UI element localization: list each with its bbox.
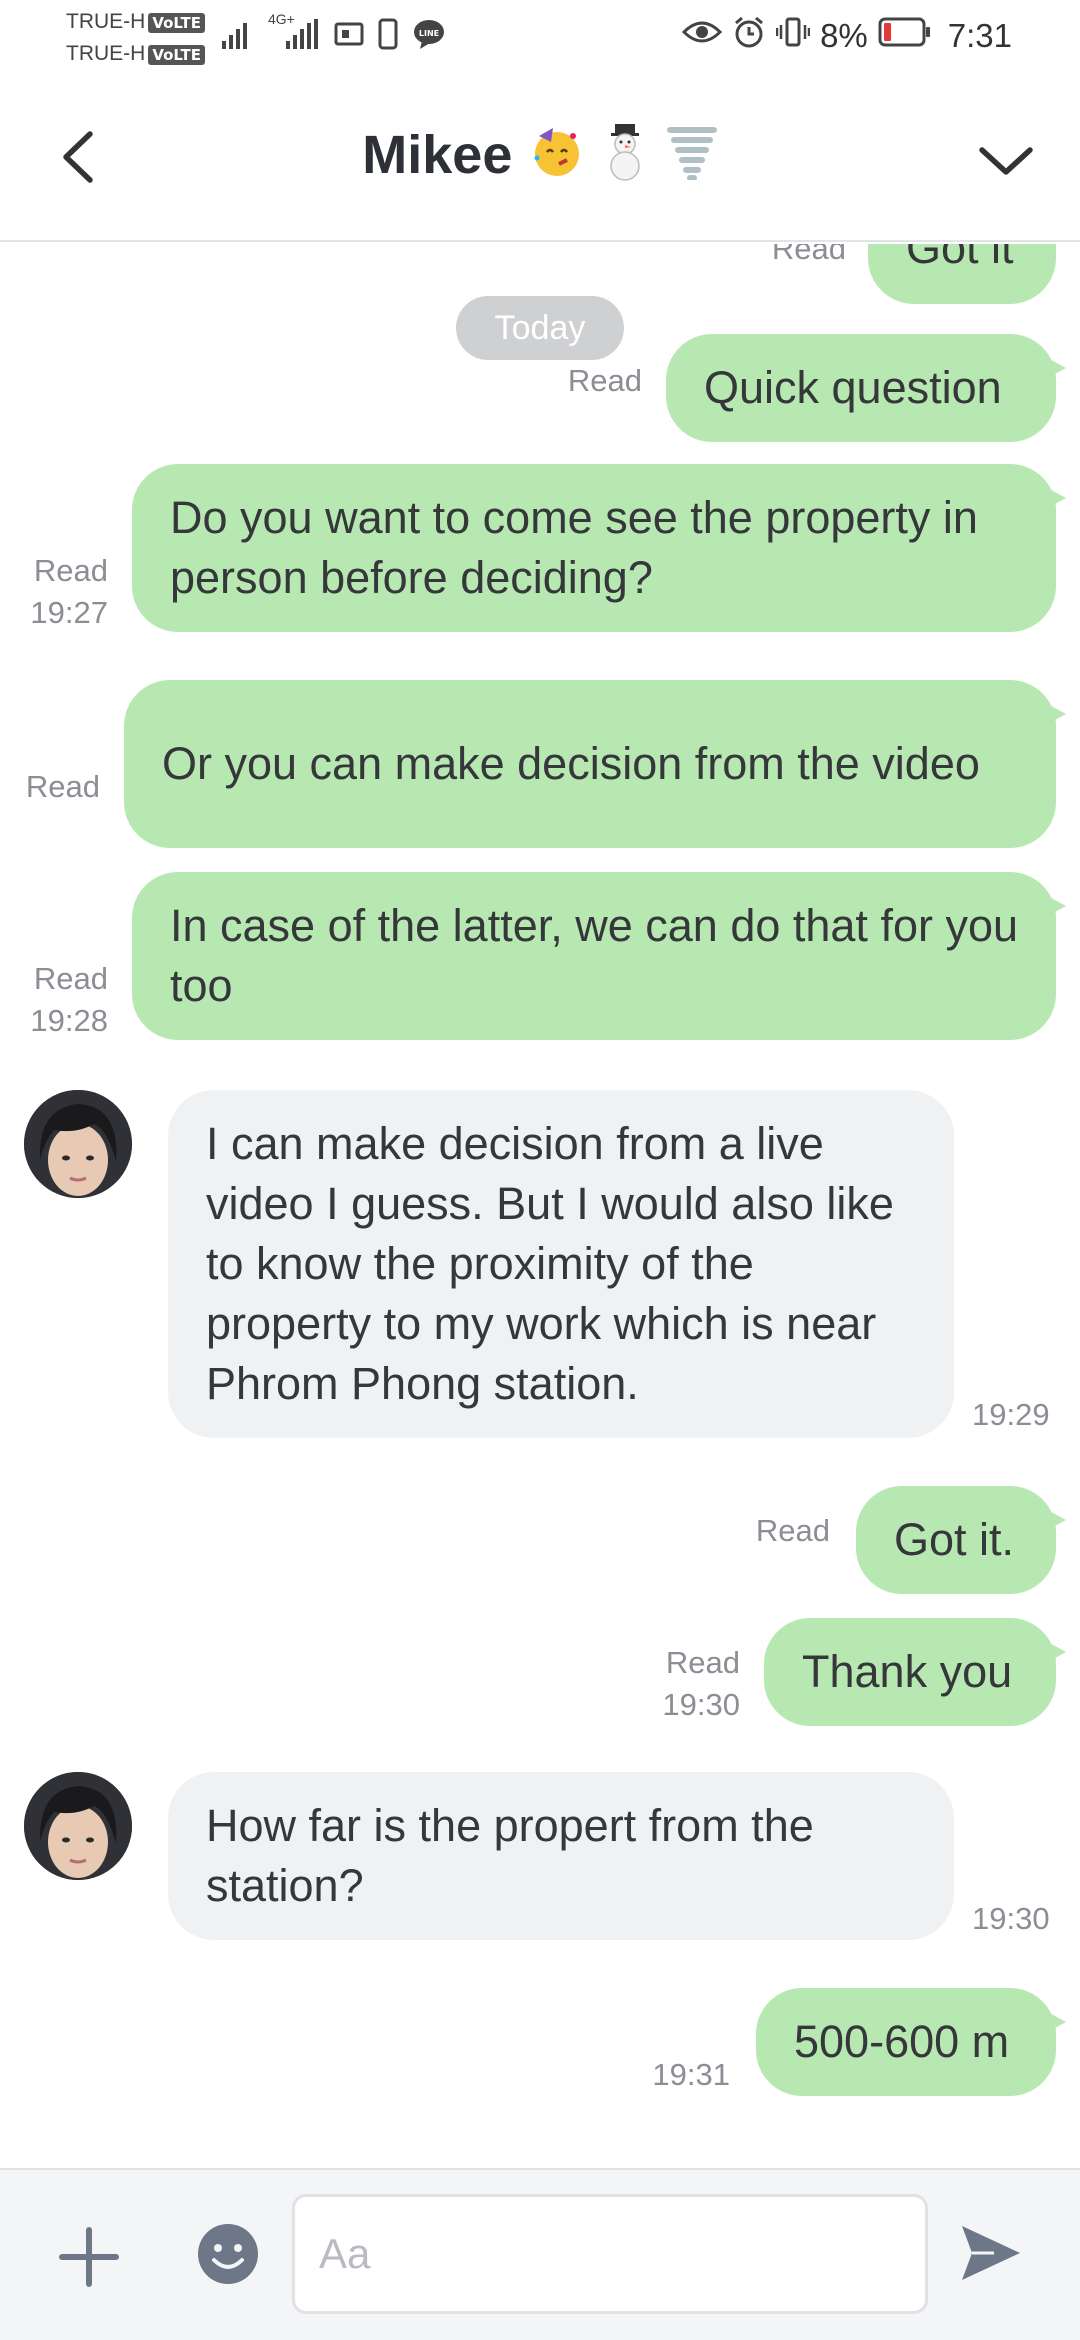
attach-button[interactable] (54, 2222, 124, 2292)
read-status: Read (771, 244, 846, 266)
phone-icon (378, 18, 398, 55)
carrier-2-label: TRUE-H (66, 42, 146, 65)
avatar[interactable] (24, 1090, 132, 1198)
message-time: 19:28 (30, 1003, 108, 1038)
carrier-1: TRUE-H VoLTE (66, 10, 205, 34)
smiley-icon (198, 2224, 258, 2284)
bubble-tail (1044, 894, 1066, 918)
send-icon (962, 2226, 1020, 2280)
outgoing-message[interactable]: Thank you (764, 1618, 1066, 1726)
line-icon: LINE (412, 17, 446, 56)
vibrate-icon (775, 15, 811, 57)
page-title: Mikee (362, 124, 513, 185)
svg-text:LINE: LINE (419, 29, 439, 38)
party-face-emoji-icon (529, 124, 585, 185)
read-status: Read (33, 961, 108, 996)
outgoing-message[interactable]: 500-600 m (756, 1988, 1066, 2096)
bubble-tail (1044, 702, 1066, 726)
bubble-tail (1044, 1640, 1066, 1664)
status-right-icons: 8% 7:31 (681, 14, 1012, 58)
network-label: 4G+ (268, 10, 295, 27)
outgoing-message[interactable]: Got it (868, 244, 1056, 304)
message-text: I can make decision from a live video I … (206, 1118, 894, 1409)
bubble-tail (1044, 1508, 1066, 1532)
message-time: 19:31 (652, 2057, 730, 2092)
plus-icon (59, 2227, 119, 2287)
message-time: 19:30 (972, 1901, 1050, 1936)
volte-badge-1: VoLTE (148, 13, 205, 33)
outgoing-message[interactable]: Quick question (666, 334, 1066, 442)
outgoing-message[interactable]: Do you want to come see the property in … (132, 464, 1066, 632)
chat-header: Mikee (0, 80, 1080, 242)
message-time: 19:29 (972, 1397, 1050, 1432)
chat-menu-button[interactable] (974, 134, 1038, 188)
tornado-emoji-icon (666, 124, 718, 185)
emoji-button[interactable] (196, 2222, 260, 2286)
battery-icon (878, 17, 932, 55)
message-text: Got it (906, 244, 1014, 273)
chat-area[interactable]: Read Got it Today Read Quick question Re… (0, 244, 1080, 2168)
message-text: Or you can make decision from the video (162, 738, 980, 789)
incoming-message[interactable]: I can make decision from a live video I … (168, 1090, 954, 1438)
outgoing-message[interactable]: Got it. (856, 1486, 1066, 1594)
read-status: Read (567, 363, 642, 398)
carrier-2: TRUE-H VoLTE (66, 42, 205, 66)
message-input[interactable] (292, 2194, 928, 2314)
clock-time: 7:31 (947, 17, 1012, 54)
read-status: Read (25, 769, 100, 804)
sim-icon (334, 19, 364, 54)
message-text: How far is the propert from the station? (206, 1800, 814, 1911)
message-text: Thank you (802, 1646, 1013, 1697)
read-status: Read (755, 1513, 830, 1548)
bubble-tail (1044, 2010, 1066, 2034)
chevron-down-icon (979, 147, 1033, 175)
message-time: 19:27 (30, 595, 108, 630)
carrier-1-label: TRUE-H (66, 10, 146, 33)
snowman-emoji-icon (601, 122, 649, 187)
bubble-tail (1044, 356, 1066, 380)
outgoing-message[interactable]: In case of the latter, we can do that fo… (132, 872, 1066, 1040)
signal-4g-icon: 4G+ (268, 11, 320, 56)
status-left-icons: 4G+ LINE (220, 11, 446, 56)
alarm-icon (732, 15, 766, 57)
message-text: 500-600 m (794, 2016, 1010, 2067)
incoming-message[interactable]: How far is the propert from the station? (168, 1772, 954, 1940)
status-bar: TRUE-H VoLTE TRUE-H VoLTE 4G+ LINE 8% 7:… (0, 0, 1080, 80)
date-separator: Today (456, 296, 624, 360)
message-input-bar (0, 2168, 1080, 2340)
volte-badge-2: VoLTE (148, 45, 205, 65)
signal-icon (220, 17, 254, 56)
message-text: Got it. (894, 1514, 1015, 1565)
bubble-tail (1044, 486, 1066, 510)
message-text: Do you want to come see the property in … (170, 492, 978, 603)
message-text: In case of the latter, we can do that fo… (170, 900, 1019, 1011)
chat-title-area: Mikee (0, 122, 1080, 202)
message-text: Quick question (704, 362, 1002, 413)
read-status: Read (33, 553, 108, 588)
message-time: 19:30 (662, 1687, 740, 1722)
send-button[interactable] (958, 2220, 1024, 2286)
eye-icon (681, 17, 723, 55)
battery-percent: 8% (820, 17, 868, 54)
read-status: Read (665, 1645, 740, 1680)
outgoing-message[interactable]: Or you can make decision from the video (124, 680, 1066, 848)
avatar[interactable] (24, 1772, 132, 1880)
